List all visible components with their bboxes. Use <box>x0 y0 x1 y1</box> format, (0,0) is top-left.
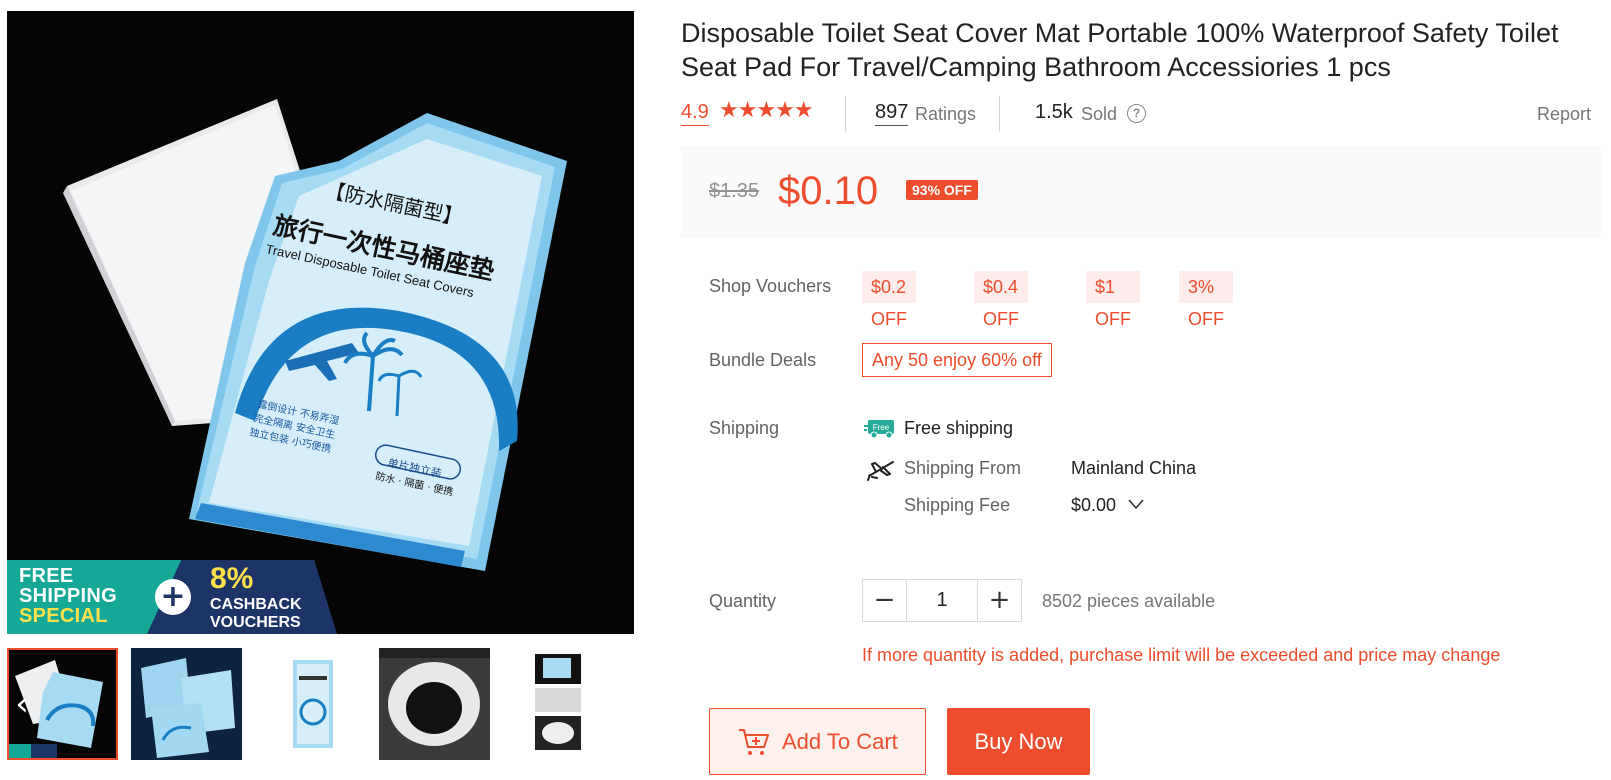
cashback-percent: 8% <box>210 562 254 595</box>
voucher-chip[interactable]: $0.2 OFF <box>862 271 916 329</box>
cashback-line-1: CASHBACK <box>210 596 302 613</box>
plus-icon: + <box>155 579 191 615</box>
stats-divider <box>845 96 846 132</box>
bundle-deal-chip[interactable]: Any 50 enjoy 60% off <box>862 343 1052 377</box>
original-price: $1.35 <box>709 180 760 202</box>
thumbnail-3-image <box>255 648 366 760</box>
sold-label: Sold <box>1081 104 1118 124</box>
main-product-image[interactable]: 【防水隔菌型】 旅行一次性马桶座垫 Travel Disposable Toil… <box>7 11 634 634</box>
promo-line-1: FREE <box>19 565 74 587</box>
cashback-line-2: VOUCHERS <box>210 614 301 631</box>
shipping-label: Shipping <box>709 418 780 438</box>
shipping-from-value: Mainland China <box>1071 458 1197 478</box>
thumbnail-2[interactable] <box>131 648 242 760</box>
thumbnail-3[interactable] <box>255 648 366 760</box>
gallery-prev-arrow[interactable]: ‹ <box>9 686 35 722</box>
add-to-cart-label: Add To Cart <box>782 729 898 754</box>
rating-stars-icon: ★★★★★ <box>719 98 814 123</box>
purchase-limit-warning: If more quantity is added, purchase limi… <box>862 645 1501 665</box>
thumbnail-4-image <box>379 648 490 760</box>
bundle-deals-label: Bundle Deals <box>709 350 817 370</box>
thumbnail-5[interactable] <box>503 648 614 760</box>
voucher-chip[interactable]: $1 OFF <box>1086 271 1140 329</box>
quantity-stepper: − 1 + <box>862 579 1022 622</box>
ratings-count[interactable]: 897 <box>875 100 909 126</box>
quantity-label: Quantity <box>709 591 777 611</box>
current-price: $0.10 <box>778 169 879 213</box>
cashback-vouchers-text: CASHBACK VOUCHERS <box>210 596 302 632</box>
cart-plus-icon <box>739 729 769 755</box>
product-photo: 【防水隔菌型】 旅行一次性马桶座垫 Travel Disposable Toil… <box>7 11 634 634</box>
sold-count: 1.5k <box>1035 101 1073 123</box>
shipping-fee-value[interactable]: $0.00 <box>1071 493 1116 517</box>
stock-available: 8502 pieces available <box>1042 591 1216 611</box>
help-icon[interactable]: ? <box>1127 104 1146 123</box>
chevron-down-icon[interactable] <box>1127 498 1145 510</box>
add-to-cart-button[interactable]: Add To Cart <box>709 708 926 775</box>
shipping-from-label: Shipping From <box>904 458 1022 478</box>
promo-banner: FREE SHIPPING SPECIAL + 8% CASHBACK VOUC… <box>7 560 337 634</box>
quantity-decrease-button[interactable]: − <box>863 580 907 621</box>
shop-vouchers-label: Shop Vouchers <box>709 276 832 296</box>
ratings-label: Ratings <box>915 104 977 124</box>
free-shipping-text: Free shipping <box>904 418 1014 438</box>
product-title: Disposable Toilet Seat Cover Mat Portabl… <box>681 18 1559 82</box>
thumbnail-1[interactable]: ‹ <box>7 648 118 760</box>
voucher-chip[interactable]: 3% OFF <box>1179 271 1233 329</box>
stats-divider <box>999 96 1000 132</box>
voucher-chip[interactable]: $0.4 OFF <box>974 271 1028 329</box>
quantity-increase-button[interactable]: + <box>977 580 1021 621</box>
price-section: $1.35 $0.10 93% OFF <box>681 146 1601 238</box>
quantity-input[interactable]: 1 <box>907 580 977 621</box>
thumbnail-5-image <box>503 648 614 760</box>
promo-line-2: SHIPPING <box>19 585 117 607</box>
rating-value[interactable]: 4.9 <box>681 100 709 126</box>
svg-text:Free: Free <box>873 423 890 432</box>
thumbnail-2-image <box>131 648 242 760</box>
promo-line-3: SPECIAL <box>19 605 108 627</box>
thumbnail-4[interactable] <box>379 648 490 760</box>
free-shipping-special-text: FREE SHIPPING SPECIAL <box>19 566 117 626</box>
thumbnail-strip: ‹ <box>7 648 634 764</box>
discount-badge: 93% OFF <box>906 180 978 200</box>
plane-icon <box>867 461 894 481</box>
buy-now-button[interactable]: Buy Now <box>947 708 1090 775</box>
report-link[interactable]: Report <box>1537 103 1591 125</box>
product-stats: 4.9 ★★★★★ 897 Ratings 1.5k Sold ? Report <box>681 96 1601 132</box>
free-shipping-truck-icon: Free <box>864 420 894 439</box>
shipping-fee-label: Shipping Fee <box>904 495 1011 515</box>
